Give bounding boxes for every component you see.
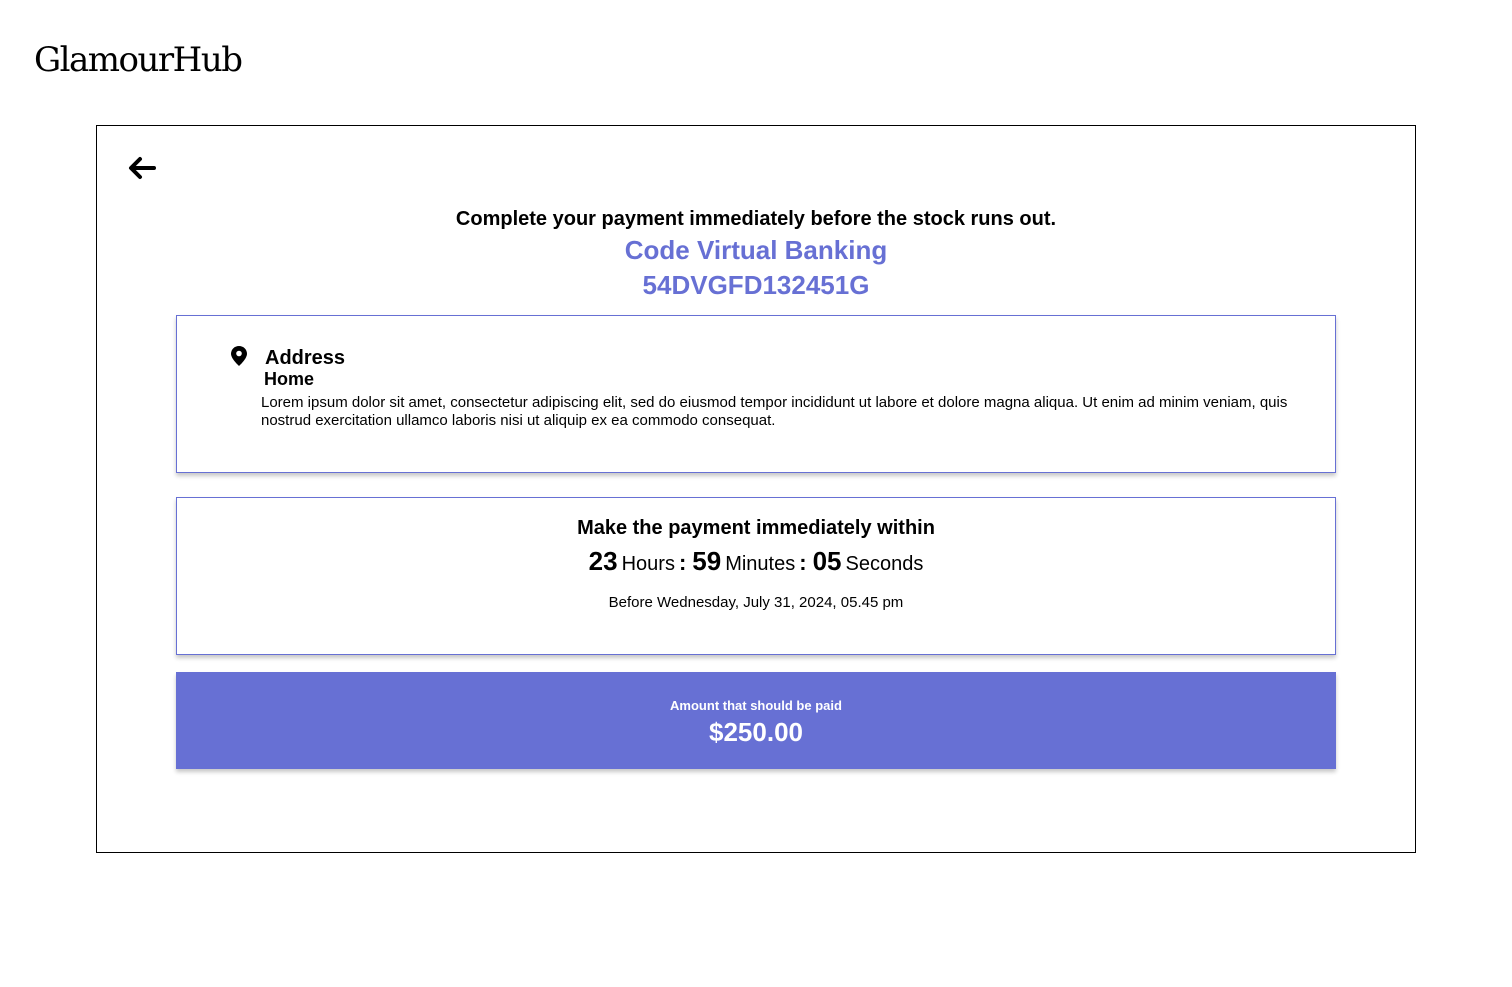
- timer-title: Make the payment immediately within: [577, 517, 935, 539]
- countdown-seconds: 05: [812, 546, 842, 576]
- payment-deadline: Before Wednesday, July 31, 2024, 05.45 p…: [608, 594, 904, 611]
- address-card: Address Home Lorem ipsum dolor sit amet,…: [176, 315, 1336, 473]
- countdown-seconds-label: Seconds: [845, 553, 924, 575]
- brand-logo: GlamourHub: [34, 40, 243, 80]
- arrow-left-icon: [129, 157, 156, 179]
- address-label: Home: [264, 369, 315, 389]
- amount-value: $250.00: [709, 717, 803, 747]
- countdown-hours-label: Hours: [621, 553, 675, 575]
- virtual-bank-code: 54DVGFD132451G: [642, 270, 870, 300]
- virtual-bank-label: Code Virtual Banking: [624, 235, 888, 265]
- countdown-minutes: 59: [692, 546, 722, 576]
- location-pin-icon: [231, 346, 247, 366]
- address-title: Address: [265, 347, 346, 369]
- countdown-separator: :: [799, 550, 807, 575]
- amount-label: Amount that should be paid: [670, 698, 842, 713]
- payment-panel: Complete your payment immediately before…: [96, 125, 1416, 853]
- amount-due-bar: Amount that should be paid $250.00: [176, 672, 1336, 769]
- payment-timer-card: Make the payment immediately within 23 Ho…: [176, 497, 1336, 655]
- payment-headline: Complete your payment immediately before…: [455, 208, 1057, 230]
- countdown-separator: :: [678, 550, 687, 575]
- address-text: Lorem ipsum dolor sit amet, consectetur …: [261, 394, 1288, 429]
- back-button[interactable]: [127, 154, 157, 182]
- countdown-minutes-label: Minutes: [725, 553, 796, 575]
- countdown: 23 Hours:59 Minutes:05 Seconds: [177, 545, 1335, 582]
- countdown-hours: 23: [588, 546, 618, 576]
